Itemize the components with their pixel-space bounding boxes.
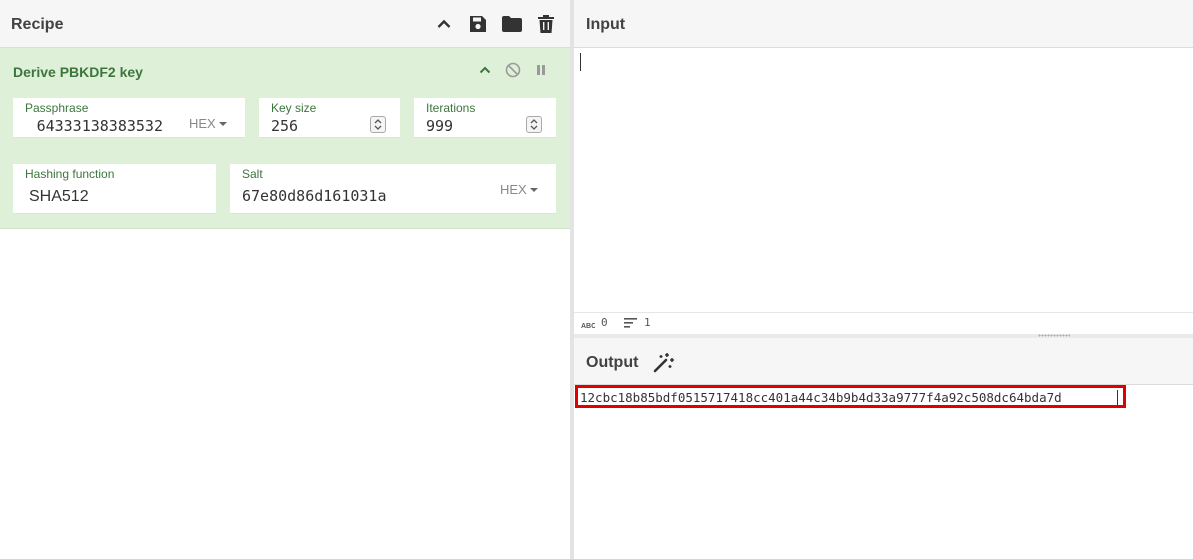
magic-wand-icon[interactable] [653, 351, 675, 373]
save-icon[interactable] [467, 13, 489, 35]
salt-format-label: HEX [500, 182, 527, 197]
operation-derive-pbkdf2-key: Derive PBKDF2 key Passphrase 64333138383… [0, 48, 570, 229]
input-textarea[interactable] [574, 48, 1193, 312]
passphrase-format-label: HEX [189, 116, 216, 131]
output-text: 12cbc18b85bdf0515717418cc401a44c34b9b4d3… [580, 390, 1062, 405]
folder-icon[interactable] [501, 13, 523, 35]
passphrase-input[interactable]: 64333138383532 [37, 117, 163, 135]
passphrase-format-dropdown[interactable]: HEX [189, 116, 227, 131]
operation-title: Derive PBKDF2 key [13, 64, 143, 80]
output-textarea[interactable]: 12cbc18b85bdf0515717418cc401a44c34b9b4d3… [574, 385, 1193, 559]
abc-length-icon: ABC [581, 319, 596, 332]
svg-text:ABC: ABC [581, 323, 595, 329]
salt-field[interactable]: Salt 67e80d86d161031a HEX [230, 164, 556, 214]
input-header: Input [574, 0, 1193, 48]
key-size-stepper[interactable] [370, 116, 386, 133]
passphrase-field[interactable]: Passphrase 64333138383532 HEX [13, 98, 245, 138]
iterations-field[interactable]: Iterations 999 [414, 98, 556, 138]
caret-down-icon [218, 121, 227, 126]
text-cursor [580, 53, 581, 71]
recipe-title: Recipe [11, 16, 64, 33]
passphrase-label: Passphrase [25, 101, 89, 115]
disable-icon[interactable] [504, 61, 522, 79]
lines-icon [624, 318, 638, 331]
resizer-grip-icon [1038, 334, 1070, 337]
recipe-pane: Recipe Derive PBKDF2 key Passphrase 6433… [0, 0, 570, 559]
hashing-function-label: Hashing function [25, 167, 115, 181]
iterations-input[interactable]: 999 [426, 117, 453, 135]
key-size-field[interactable]: Key size 256 [259, 98, 400, 138]
trash-icon[interactable] [535, 13, 557, 35]
hashing-function-select[interactable]: SHA512 [29, 188, 89, 206]
input-title: Input [586, 16, 626, 33]
iterations-stepper[interactable] [526, 116, 542, 133]
key-size-label: Key size [271, 101, 317, 115]
hashing-function-field[interactable]: Hashing function SHA512 [13, 164, 216, 214]
salt-format-dropdown[interactable]: HEX [500, 182, 538, 197]
salt-input[interactable]: 67e80d86d161031a [242, 187, 387, 205]
chevron-up-icon[interactable] [433, 13, 455, 35]
pause-icon[interactable] [532, 61, 550, 79]
input-status-bar: ABC 0 1 [574, 312, 1193, 334]
output-header: Output [574, 338, 1193, 385]
text-cursor [1117, 390, 1118, 405]
input-lines-value: 1 [644, 316, 651, 329]
iterations-label: Iterations [426, 101, 476, 115]
key-size-input[interactable]: 256 [271, 117, 298, 135]
input-length-value: 0 [601, 316, 608, 329]
chevron-up-icon[interactable] [476, 61, 494, 79]
output-title: Output [586, 354, 639, 371]
salt-label: Salt [242, 167, 263, 181]
recipe-header: Recipe [0, 0, 570, 48]
caret-down-icon [529, 187, 538, 192]
